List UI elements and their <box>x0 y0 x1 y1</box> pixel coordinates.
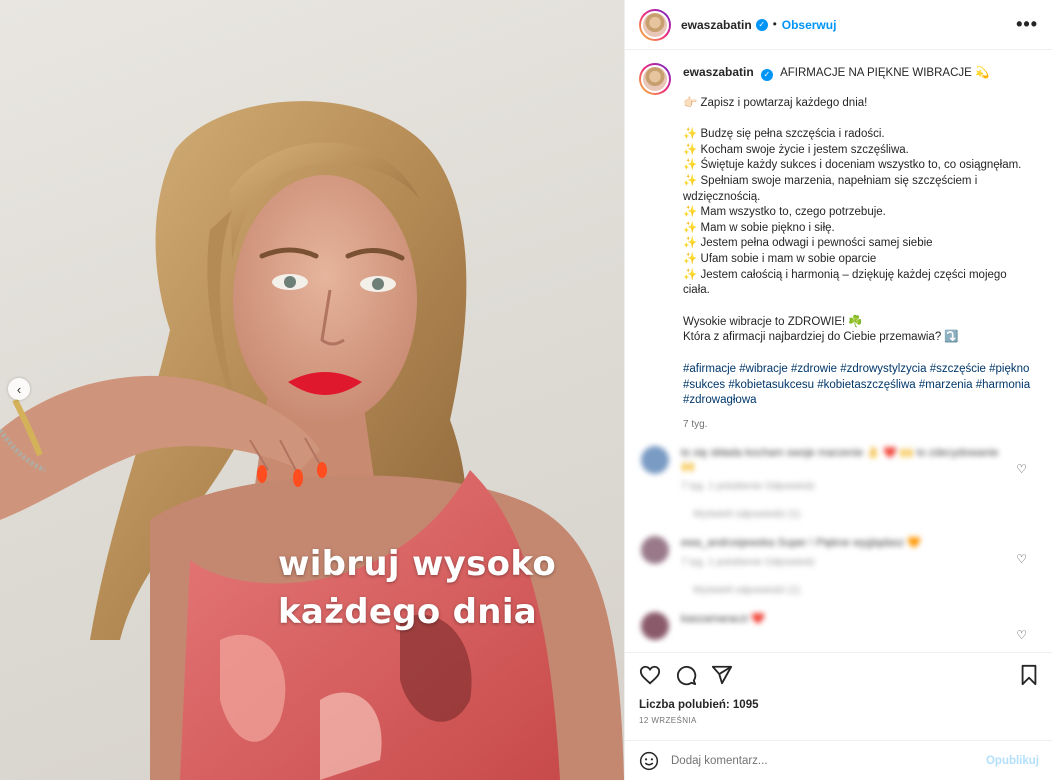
comment-item: to się składa kocham swoje marzenie 👌 ❤️… <box>639 446 1039 522</box>
caption-username[interactable]: ewaszabatin <box>683 65 754 79</box>
chevron-left-icon: ‹ <box>16 381 22 397</box>
caption-avatar[interactable] <box>639 63 671 95</box>
caption-outro-2: Która z afirmacji najbardziej do Ciebie … <box>683 331 959 344</box>
comments-scroll-area[interactable]: ewaszabatin ✓ AFIRMACJE NA PIĘKNE WIBRAC… <box>625 51 1052 644</box>
post-date[interactable]: 12 WRZEŚNIA <box>639 716 697 725</box>
caption-hashtags[interactable]: #afirmacje #wibracje #zdrowie #zdrowysty… <box>683 362 1033 409</box>
overlay-line-2: każdego dnia <box>278 592 538 632</box>
comment-input[interactable]: Dodaj komentarz... <box>671 755 768 767</box>
likes-count[interactable]: Liczba polubień: 1095 <box>639 699 759 711</box>
caption-intro: 👉🏻 Zapisz i powtarzaj każdego dnia! <box>683 96 868 109</box>
comment-item: kaszamaraczi ❤️ ♡ <box>639 612 1039 642</box>
previous-slide-button[interactable]: ‹ <box>8 378 30 400</box>
comment-text: kaszamaraczi ❤️ <box>681 613 765 626</box>
affirmation-line: ✨ Spełniam swoje marzenia, napełniam się… <box>683 174 981 203</box>
affirmation-line: ✨ Ufam sobie i mam w sobie oparcie <box>683 252 877 265</box>
comment-like-icon[interactable]: ♡ <box>1016 628 1027 642</box>
header-username[interactable]: ewaszabatin <box>681 18 752 32</box>
verified-badge-icon: ✓ <box>760 69 773 81</box>
caption-title: AFIRMACJE NA PIĘKNE WIBRACJE 💫 <box>780 67 990 79</box>
affirmation-line: ✨ Jestem pełna odwagi i pewności samej s… <box>683 237 933 250</box>
post-photo[interactable]: wibruj wysoko każdego dnia ‹ <box>0 0 624 780</box>
verified-badge-icon: ✓ <box>755 18 768 31</box>
more-options-button[interactable]: ••• <box>1016 14 1038 35</box>
instagram-post-modal: wibruj wysoko każdego dnia ‹ ewaszabatin… <box>0 0 1052 780</box>
bookmark-icon[interactable] <box>1019 664 1039 686</box>
avatar[interactable] <box>639 8 671 41</box>
affirmation-line: ✨ Kocham swoje życie i jestem szczęśliwa… <box>683 143 909 156</box>
affirmation-line: ✨ Jestem całością i harmonią – dziękuję … <box>683 268 1010 297</box>
comment-avatar[interactable] <box>641 536 669 565</box>
share-icon[interactable] <box>711 664 733 686</box>
comment-meta[interactable]: 7 tyg. 1 polubienie Odpowiedz <box>681 556 1001 570</box>
comment-avatar[interactable] <box>641 612 669 641</box>
affirmation-line: ✨ Świętuje każdy sukces i doceniam wszys… <box>683 159 1022 172</box>
comment-item: ewa_andrzejewska Super ! Piękne wyglądas… <box>639 536 1039 598</box>
view-replies-link[interactable]: Wyświetl odpowiedzi (1) <box>693 508 1001 522</box>
affirmation-line: ✨ Budzę się pełna szczęścia i radości. <box>683 128 885 141</box>
follow-button[interactable]: Obserwuj <box>782 18 837 32</box>
comment-text: to się składa kocham swoje marzenie 👌 ❤️… <box>681 447 999 474</box>
affirmation-line: ✨ Mam w sobie piękno i siłę. <box>683 221 835 234</box>
post-header: ewaszabatin ✓ • Obserwuj ••• <box>625 0 1052 50</box>
post-actions-bar <box>625 652 1052 696</box>
caption-outro-1: Wysokie wibracje to ZDROWIE! ☘️ <box>683 315 863 328</box>
emoji-icon[interactable] <box>639 751 659 771</box>
caption-body: ewaszabatin ✓ AFIRMACJE NA PIĘKNE WIBRAC… <box>683 63 1033 432</box>
post-comment-button[interactable]: Opublikuj <box>986 755 1039 767</box>
portrait-illustration <box>0 101 624 780</box>
comment-text: ewa_andrzejewska Super ! Piękne wyglądas… <box>681 537 921 550</box>
add-comment-bar: Dodaj komentarz... Opublikuj <box>625 740 1052 780</box>
comment-avatar[interactable] <box>641 446 669 475</box>
comment-like-icon[interactable]: ♡ <box>1016 552 1027 566</box>
photo-overlay-text: wibruj wysoko każdego dnia <box>278 540 556 636</box>
caption-time[interactable]: 7 tyg. <box>683 417 1033 433</box>
post-details-panel: ewaszabatin ✓ • Obserwuj ••• ewaszabatin… <box>624 0 1052 780</box>
caption: ewaszabatin ✓ AFIRMACJE NA PIĘKNE WIBRAC… <box>639 63 1039 432</box>
comment-like-icon[interactable]: ♡ <box>1016 462 1027 476</box>
heart-icon[interactable] <box>639 664 661 686</box>
view-replies-link[interactable]: Wyświetl odpowiedzi (1) <box>693 584 1001 598</box>
header-separator: • <box>772 18 777 31</box>
overlay-line-1: wibruj wysoko <box>278 544 556 584</box>
comment-meta[interactable]: 7 tyg. 1 polubienie Odpowiedz <box>681 480 1001 494</box>
more-horizontal-icon: ••• <box>1016 14 1038 34</box>
affirmation-line: ✨ Mam wszystko to, czego potrzebuje. <box>683 206 886 219</box>
comment-icon[interactable] <box>675 664 697 686</box>
